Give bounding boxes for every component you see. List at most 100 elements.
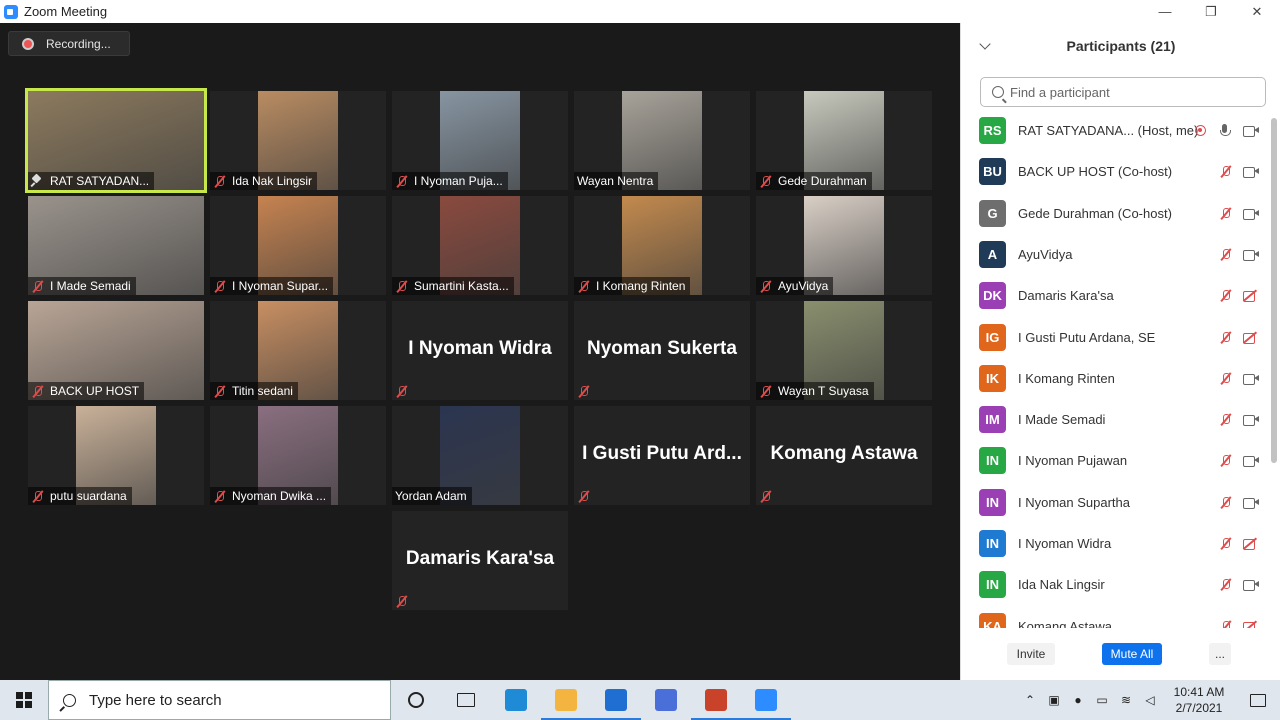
participant-row[interactable]: BU BACK UP HOST (Co-host) [961,151,1269,192]
participant-row[interactable]: A AyuVidya [961,234,1269,275]
mic-muted-icon[interactable] [1219,165,1232,178]
video-tile[interactable]: I Made Semadi [28,196,204,295]
video-off-icon[interactable] [1243,621,1259,628]
video-camera-icon[interactable] [1243,579,1259,592]
file-explorer-taskbar-button[interactable] [541,680,591,720]
participant-row[interactable]: IM I Made Semadi [961,399,1269,440]
participant-row[interactable]: IN I Nyoman Supartha [961,482,1269,523]
video-tile[interactable]: Titin sedani [210,301,386,400]
close-button[interactable]: ✕ [1234,0,1280,23]
participant-row[interactable]: DK Damaris Kara'sa [961,275,1269,316]
participant-list-scrollbar[interactable] [1271,118,1277,628]
participant-row[interactable]: IN Ida Nak Lingsir [961,564,1269,605]
video-tile[interactable]: I Nyoman Widra [392,301,568,400]
video-tile[interactable]: I Nyoman Puja... [392,91,568,190]
edge-taskbar-button[interactable] [491,680,541,720]
video-tile[interactable]: Nyoman Sukerta [574,301,750,400]
notification-center-icon[interactable] [1236,680,1280,720]
video-tile[interactable]: AyuVidya [756,196,932,295]
video-camera-icon[interactable] [1243,414,1259,427]
video-tile[interactable]: RAT SATYADAN... [25,88,207,193]
participant-search[interactable] [980,77,1266,107]
video-tile[interactable]: I Nyoman Supar... [210,196,386,295]
microphone-icon[interactable]: ● [1066,680,1090,720]
mic-muted-icon[interactable] [1219,454,1232,467]
participant-row[interactable]: G Gede Durahman (Co-host) [961,193,1269,234]
zoom-taskbar-button[interactable] [741,680,791,720]
mic-muted-icon[interactable] [1219,372,1232,385]
mic-muted-icon[interactable] [1219,331,1232,344]
mic-muted-icon[interactable] [1219,620,1232,628]
taskbar-search-box[interactable]: Type here to search [48,680,391,720]
video-off-icon[interactable] [1243,332,1259,344]
recording-indicator[interactable]: Recording... [8,31,130,56]
video-tile[interactable]: Wayan T Suyasa [756,301,932,400]
video-tile[interactable]: I Komang Rinten [574,196,750,295]
mic-muted-icon[interactable] [1219,248,1232,261]
volume-icon[interactable]: ◁ [1138,680,1162,720]
video-tile[interactable]: Wayan Nentra [574,91,750,190]
mail-taskbar-button[interactable] [591,680,641,720]
mic-muted-icon [759,175,772,188]
participant-list: RS RAT SATYADANA... (Host, me) BU BACK UP H… [961,110,1269,628]
scrollbar-thumb[interactable] [1271,118,1277,463]
participant-row[interactable]: IN I Nyoman Pujawan [961,440,1269,481]
mic-muted-icon[interactable] [1219,289,1232,302]
participants-footer: Invite Mute All ... [961,640,1280,666]
participant-row[interactable]: IN I Nyoman Widra [961,523,1269,564]
notepad-taskbar-button[interactable] [641,680,691,720]
avatar: IG [979,323,1006,351]
video-tile[interactable]: BACK UP HOST [28,301,204,400]
video-camera-icon[interactable] [1243,249,1259,261]
video-tile[interactable]: Nyoman Dwika ... [210,406,386,505]
mic-muted-icon[interactable] [1219,578,1232,591]
minimize-button[interactable]: — [1142,0,1188,23]
participant-row[interactable]: KA Komang Astawa [961,606,1269,628]
video-camera-icon[interactable] [1243,455,1259,468]
powerpoint-taskbar-button[interactable] [691,680,741,720]
wifi-icon[interactable]: ≋ [1114,680,1138,720]
video-tile[interactable]: Damaris Kara'sa [392,511,568,610]
participant-name: Damaris Kara'sa [1018,288,1114,304]
mic-muted-icon[interactable] [1219,537,1232,550]
participant-row[interactable]: RS RAT SATYADANA... (Host, me) [961,110,1269,151]
video-tile[interactable]: I Gusti Putu Ard... [574,406,750,505]
tile-name-label: AyuVidya [756,277,834,295]
video-camera-icon[interactable] [1243,373,1259,385]
video-camera-icon[interactable] [1243,497,1259,509]
show-hidden-icons-icon[interactable]: ⌃ [1018,680,1042,720]
mic-muted-icon [395,385,408,398]
restore-button[interactable]: ❐ [1188,0,1234,23]
video-tile[interactable]: putu suardana [28,406,204,505]
tile-name-text: I Nyoman Puja... [414,174,503,188]
recording-icon [1195,125,1206,136]
video-tile[interactable]: Ida Nak Lingsir [210,91,386,190]
more-options-button[interactable]: ... [1209,643,1231,665]
task-view-taskbar-button[interactable] [441,680,491,720]
video-tile[interactable]: Komang Astawa [756,406,932,505]
video-off-icon[interactable] [1243,538,1259,550]
mic-muted-icon[interactable] [1219,207,1232,220]
meet-now-icon[interactable]: ▣ [1042,680,1066,720]
participant-search-input[interactable] [1010,84,1250,100]
video-camera-icon[interactable] [1243,166,1259,179]
system-tray: ⌃ ▣ ● ▭ ≋ ◁ 10:41 AM 2/7/2021 [1018,680,1280,720]
participant-row[interactable]: IK I Komang Rinten [961,358,1269,399]
video-tile[interactable]: Gede Durahman [756,91,932,190]
start-button[interactable] [0,680,48,720]
video-off-icon[interactable] [1243,290,1259,303]
video-camera-icon[interactable] [1243,125,1259,137]
video-tile[interactable]: Yordan Adam [392,406,568,505]
mic-muted-icon[interactable] [1219,413,1232,426]
video-tile[interactable]: Sumartini Kasta... [392,196,568,295]
mic-muted-icon[interactable] [1219,496,1232,509]
video-camera-icon[interactable] [1243,208,1259,220]
clock[interactable]: 10:41 AM 2/7/2021 [1162,684,1236,716]
invite-button[interactable]: Invite [1007,643,1055,665]
zoom-icon [755,689,777,711]
battery-icon[interactable]: ▭ [1090,680,1114,720]
microphone-icon[interactable] [1218,123,1231,138]
participant-row[interactable]: IG I Gusti Putu Ardana, SE [961,317,1269,358]
cortana-taskbar-button[interactable] [391,680,441,720]
mute-all-button[interactable]: Mute All [1102,643,1162,665]
